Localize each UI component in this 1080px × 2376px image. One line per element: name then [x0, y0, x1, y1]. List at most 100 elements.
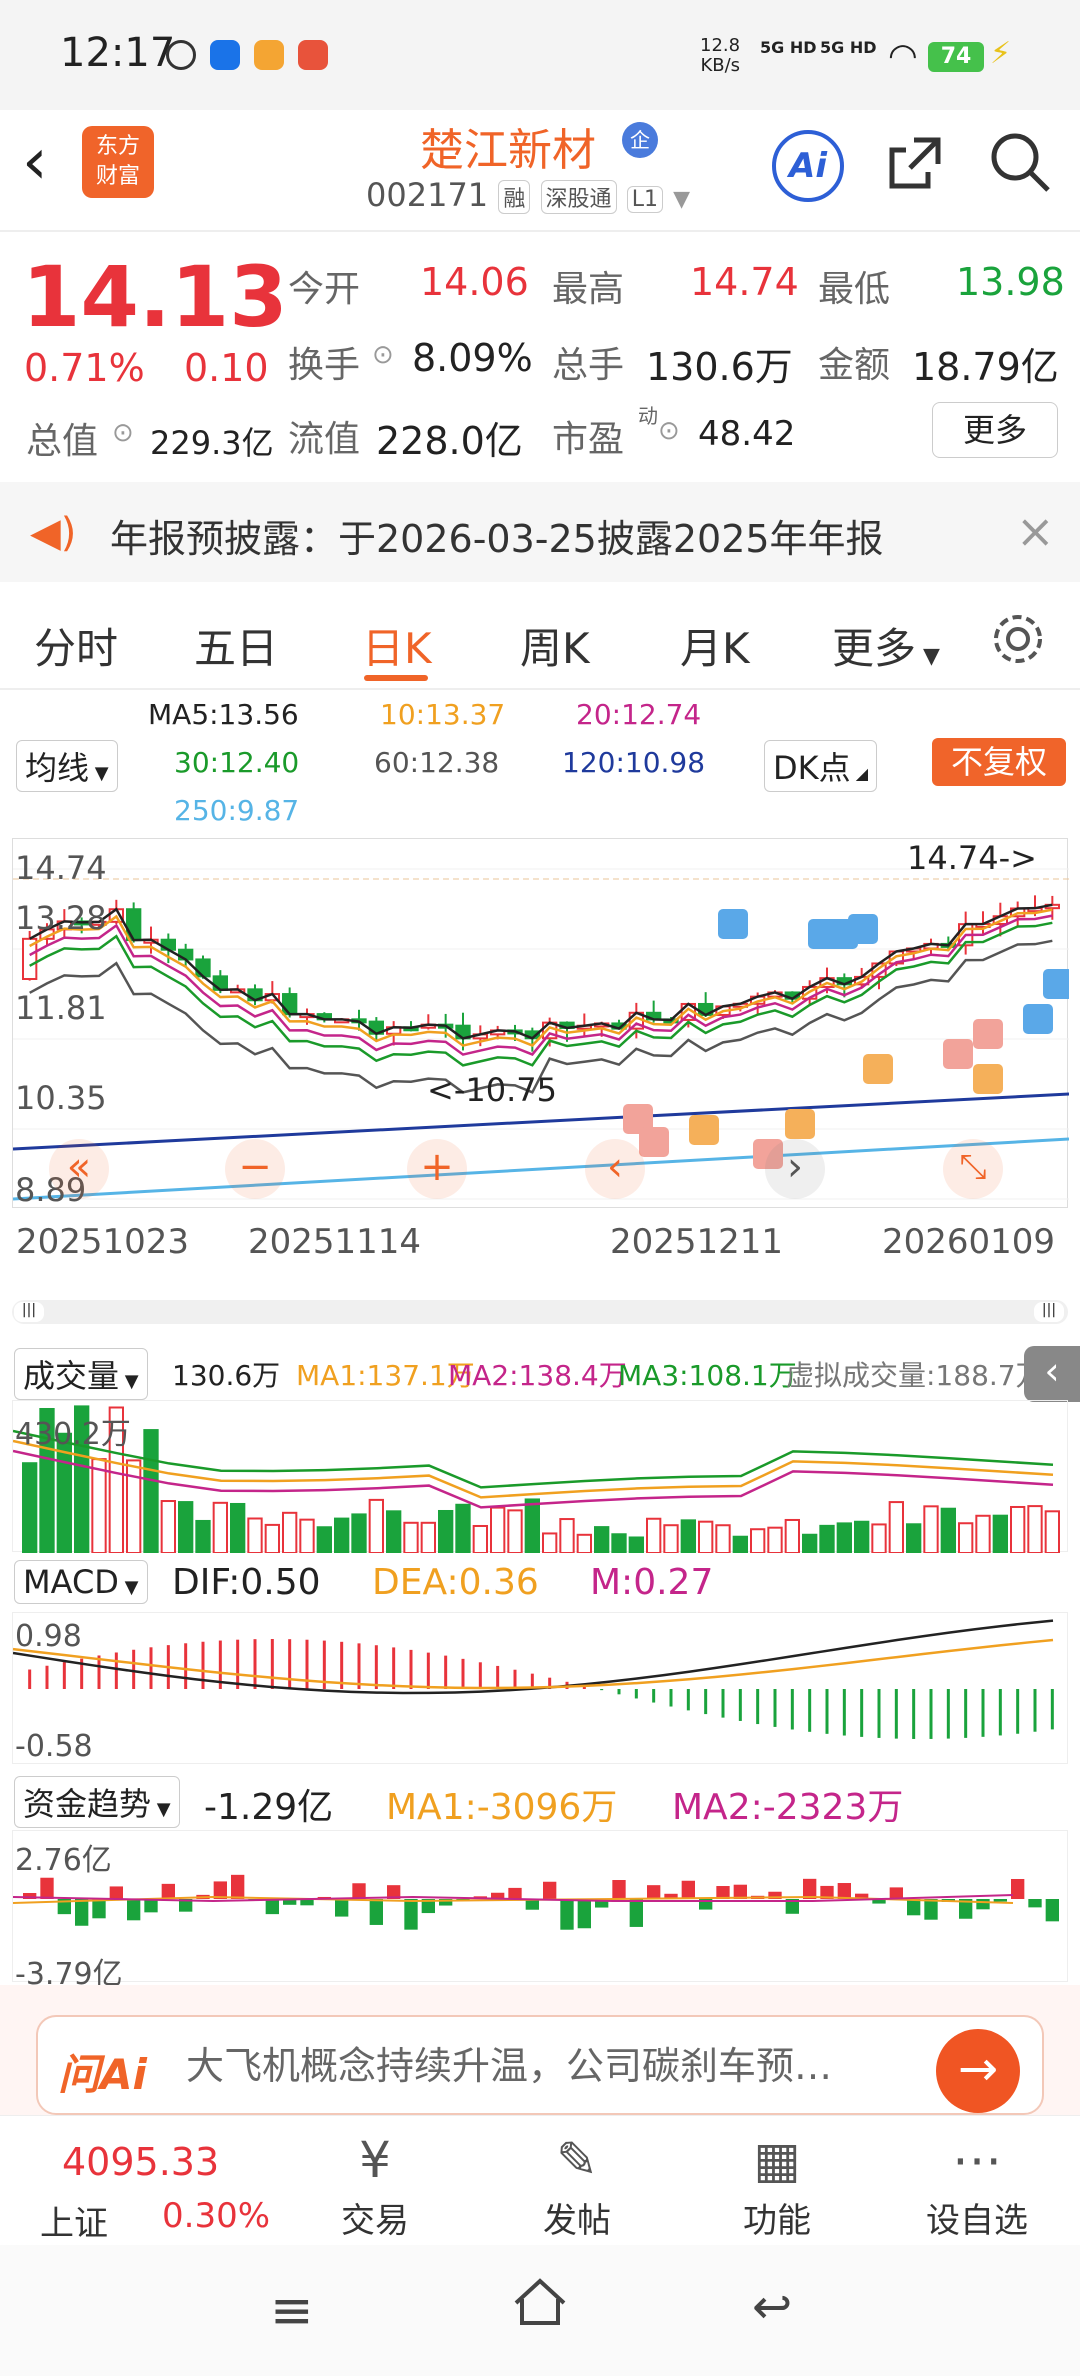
period-tabs: 分时 五日 日K 周K 月K 更多 ▼	[0, 585, 1080, 690]
volume-bar	[923, 1505, 939, 1554]
zoom-in-icon[interactable]: +	[407, 1139, 467, 1199]
tab-monthly-k[interactable]: 月K	[680, 615, 750, 676]
volume-bar	[628, 1536, 645, 1554]
settings-icon[interactable]	[990, 611, 1046, 667]
x-label: 20251023	[16, 1222, 190, 1262]
volume-ma-line	[12, 1439, 1054, 1499]
ma-line	[29, 908, 1053, 1047]
next-icon[interactable]: ›	[765, 1139, 825, 1199]
tab-weekly-k[interactable]: 周K	[520, 615, 590, 676]
float-label: 流值	[288, 419, 361, 460]
x-label: 20251114	[248, 1222, 422, 1262]
tab-five-day[interactable]: 五日	[194, 615, 278, 676]
volume-bar	[975, 1514, 991, 1554]
fund-selector[interactable]: 资金趋势 ▼	[14, 1776, 180, 1828]
notice-bar[interactable]: ◀) 年报预披露：于2026-03-25披露2025年年报 ×	[0, 482, 1080, 582]
index-name[interactable]: 上证	[40, 2196, 108, 2245]
restore-rights-button[interactable]: 不复权	[932, 738, 1066, 786]
share-icon[interactable]	[884, 132, 946, 194]
fund-bar	[40, 1877, 54, 1899]
index-value[interactable]: 4095.33	[62, 2140, 219, 2184]
volume-bar	[542, 1532, 558, 1555]
ma-line	[29, 903, 1053, 1040]
fund-bar	[404, 1899, 418, 1930]
fund-legend: 资金趋势 ▼ -1.29亿 MA1:-3096万 MA2:-2323万	[0, 1772, 1080, 1828]
range-handle-left[interactable]: |||	[14, 1302, 44, 1322]
ma-legend: MA5:13.56 10:13.37 20:12.74 30:12.40 60:…	[0, 690, 1080, 840]
scroll-left-icon[interactable]: «	[49, 1139, 109, 1199]
volume-bar	[472, 1524, 488, 1554]
t-marker	[863, 1054, 893, 1084]
volume-bar	[906, 1523, 922, 1554]
info-icon[interactable]: ⊙	[658, 416, 680, 446]
tab-daily-k[interactable]: 日K	[362, 615, 432, 676]
range-scrollbar[interactable]: ||| |||	[12, 1300, 1068, 1324]
menu-icon[interactable]: ≡	[270, 2281, 314, 2341]
fund-bar	[109, 1886, 123, 1899]
volume-value: 130.6万	[646, 345, 793, 389]
info-icon[interactable]: ⊙	[112, 418, 134, 448]
fund-bar	[681, 1880, 695, 1899]
fund-ma2: MA2:-2323万	[672, 1787, 904, 1828]
range-handle-right[interactable]: |||	[1034, 1302, 1064, 1322]
volume-bar	[403, 1521, 419, 1554]
more-button[interactable]: 更多	[932, 402, 1058, 458]
volume-selector[interactable]: 成交量 ▼	[14, 1348, 148, 1400]
fund-bar	[889, 1887, 903, 1899]
float-value: 228.0亿	[376, 419, 523, 463]
collapse-icon[interactable]: ‹	[1024, 1346, 1080, 1402]
open-value: 14.06	[420, 260, 529, 304]
signal-icon: 5G HD	[760, 38, 817, 57]
tab-intraday[interactable]: 分时	[34, 615, 118, 676]
info-icon[interactable]: ⊙	[372, 340, 394, 370]
ai-icon[interactable]: Ai	[772, 130, 844, 202]
volume-bar	[1027, 1505, 1043, 1554]
volume-bar	[1010, 1505, 1026, 1554]
fund-ma1: MA1:-3096万	[386, 1787, 618, 1828]
volume-label: 总手	[552, 345, 625, 386]
index-pct[interactable]: 0.30%	[162, 2196, 270, 2236]
market-cap: 229.3亿	[150, 424, 274, 462]
fund-bar	[369, 1899, 383, 1925]
ma250-value: 250:9.87	[174, 794, 300, 827]
macd-dea: DEA:0.36	[372, 1562, 539, 1603]
volume-bar	[836, 1522, 853, 1554]
trade-button[interactable]: ¥ 交易	[310, 2115, 440, 2242]
low-note: <-10.75	[427, 1071, 557, 1109]
add-watchlist-button[interactable]: ⋯ 设自选	[912, 2115, 1042, 2242]
virtual-volume: 虚拟成交量:188.7万	[786, 1359, 1044, 1392]
low-label: 最低	[818, 269, 891, 310]
signal-icon: 5G HD	[820, 38, 877, 57]
volume-bar	[507, 1509, 523, 1555]
search-icon[interactable]	[988, 130, 1052, 194]
fullscreen-icon[interactable]: ⤡	[943, 1139, 1003, 1199]
volume-bar	[819, 1524, 835, 1555]
home-icon[interactable]	[510, 2273, 570, 2333]
fund-bar	[976, 1899, 990, 1910]
post-button[interactable]: ✎ 发帖	[512, 2115, 642, 2242]
ma-selector[interactable]: 均线 ▼	[16, 740, 118, 792]
tab-more[interactable]: 更多 ▼	[832, 615, 940, 676]
macd-selector[interactable]: MACD ▼	[14, 1560, 148, 1604]
volume-ma3: MA3:108.1万	[618, 1359, 797, 1392]
candle	[126, 908, 142, 942]
volume-bar	[854, 1520, 870, 1554]
dk-point-selector[interactable]: DK点 ◢	[764, 740, 878, 792]
candlestick-chart[interactable]: 14.74 13.28 11.81 10.35 8.89 14.74-> <-1…	[12, 838, 1069, 1209]
volume-bar	[351, 1513, 367, 1554]
fund-bar	[629, 1899, 643, 1927]
back-icon[interactable]: ‹	[22, 130, 48, 194]
volume-bar	[559, 1518, 575, 1554]
function-button[interactable]: ▦ 功能	[712, 2115, 842, 2242]
sell-marker	[1043, 969, 1069, 999]
volume-bar	[91, 1458, 107, 1554]
prev-icon[interactable]: ‹	[585, 1139, 645, 1199]
zoom-out-icon[interactable]: −	[225, 1139, 285, 1199]
ma120-value: 120:10.98	[562, 746, 706, 779]
fund-chart: 2.76亿 -3.79亿	[12, 1830, 1068, 1992]
back-nav-icon[interactable]: ↩	[752, 2279, 792, 2335]
volume-bar	[299, 1518, 315, 1554]
ma30-value: 30:12.40	[174, 746, 300, 779]
arrow-right-icon[interactable]: →	[936, 2029, 1020, 2113]
close-icon[interactable]: ×	[1016, 504, 1055, 558]
